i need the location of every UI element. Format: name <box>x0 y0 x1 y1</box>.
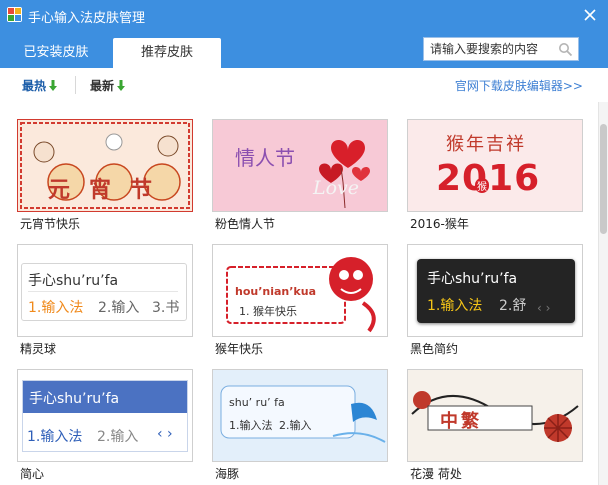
tab-strip: 已安装皮肤 推荐皮肤 <box>0 30 608 68</box>
preview-input: shu’ ru’ fa <box>229 396 285 409</box>
skin-name: 2016-猴年 <box>410 217 469 231</box>
ime-preview: 手心shu’ru’fa 1.输入法 2.输入 ‹ › <box>22 380 188 452</box>
skin-thumbnail: 手心shu’ru’fa 1.输入法 2.舒 ‹ › <box>407 244 583 337</box>
skin-thumbnail: shu’ ru’ fa 1.输入法 2.输入 <box>212 369 388 462</box>
page-arrows-icon: ‹ › <box>537 301 551 315</box>
skin-card-monkey-year-2016[interactable]: 猴年吉祥 2016 猴 2016-猴年 <box>407 119 583 245</box>
skin-card-dolphin[interactable]: shu’ ru’ fa 1.输入法 2.输入 海豚 <box>212 369 388 485</box>
tab-recommended-skins[interactable]: 推荐皮肤 <box>113 38 221 68</box>
ime-preview: 手心shu’ru’fa 1.输入法 2.输入 3.书 <box>21 263 187 321</box>
ime-preview: 手心shu’ru’fa 1.输入法 2.舒 ‹ › <box>417 259 575 323</box>
arrow-down-icon <box>117 80 126 91</box>
preview-candidate-3: 3.书 <box>152 300 180 316</box>
lotus-art <box>411 391 579 442</box>
skin-name: 元宵节快乐 <box>20 217 81 231</box>
art-text: 猴年吉祥 <box>446 134 526 155</box>
sort-hot-label: 最热 <box>22 79 47 93</box>
skin-name: 简心 <box>20 467 45 481</box>
skin-thumbnail: 情人节 Love <box>212 119 388 212</box>
skin-card-simple-heart[interactable]: 手心shu’ru’fa 1.输入法 2.输入 ‹ › 简心 <box>17 369 193 485</box>
sort-toolbar: 最热 最新 官网下载皮肤编辑器>> <box>0 68 608 102</box>
toolbar-divider <box>75 76 76 94</box>
skin-card-lantern[interactable]: 元宵节 元宵节快乐 <box>17 119 193 245</box>
art-text: 中繁 <box>440 411 482 432</box>
preview-candidate-1: 1.输入法 <box>28 300 84 316</box>
preview-candidate-2: 2.输入 <box>279 419 312 432</box>
skin-card-monkey-happy[interactable]: hou’nian’kua 1. 猴年快乐 猴年快乐 <box>212 244 388 370</box>
preview-candidate-2: 2.输入 <box>98 300 140 316</box>
skin-thumbnail: 手心shu’ru’fa 1.输入法 2.输入 ‹ › <box>17 369 193 462</box>
sort-new-button[interactable]: 最新 <box>90 77 126 94</box>
skin-grid: 元宵节 元宵节快乐 情人节 Love 粉色情人节 猴年吉祥 2016 猴 201… <box>0 102 598 485</box>
skin-thumbnail: 手心shu’ru’fa 1.输入法 2.输入 3.书 <box>17 244 193 337</box>
search-input[interactable] <box>430 40 556 58</box>
art-text: 元宵节 <box>48 178 172 203</box>
arrow-down-icon <box>49 80 58 91</box>
dolphin-art <box>220 385 386 443</box>
skin-name: 粉色情人节 <box>215 217 276 231</box>
search-icon[interactable] <box>558 42 573 57</box>
skin-card-lotus-flowers[interactable]: 中繁 花漫 荷处 <box>407 369 583 485</box>
skin-name: 猴年快乐 <box>215 342 264 356</box>
scrollbar-thumb[interactable] <box>600 124 607 234</box>
skin-card-black-simple[interactable]: 手心shu’ru’fa 1.输入法 2.舒 ‹ › 黑色简约 <box>407 244 583 370</box>
preview-candidate-1: 1.输入法 <box>229 419 273 432</box>
title-bar: 手心输入法皮肤管理 <box>0 0 608 30</box>
close-icon[interactable] <box>581 6 599 24</box>
skin-name: 黑色简约 <box>410 342 459 356</box>
window-title: 手心输入法皮肤管理 <box>28 11 146 26</box>
preview-candidate-1: 1.输入法 <box>27 429 83 445</box>
skin-thumbnail: 元宵节 <box>17 119 193 212</box>
skin-thumbnail: 中繁 <box>407 369 583 462</box>
art-subtext: Love <box>313 177 360 199</box>
vertical-scrollbar[interactable] <box>598 102 608 485</box>
search-box <box>423 37 579 61</box>
preview-input: 手心shu’ru’fa <box>29 391 120 407</box>
page-arrows-icon: ‹ › <box>157 426 173 442</box>
preview-candidate-2: 2.舒 <box>499 298 527 314</box>
preview-input: 手心shu’ru’fa <box>28 273 119 289</box>
skin-thumbnail: 猴年吉祥 2016 猴 <box>407 119 583 212</box>
sort-new-label: 最新 <box>90 79 115 93</box>
preview-input: hou’nian’kua <box>235 285 317 298</box>
art-text: 情人节 <box>235 146 295 170</box>
skin-name: 花漫 荷处 <box>410 467 462 481</box>
skin-name: 海豚 <box>215 467 240 481</box>
preview-candidate-1: 1.输入法 <box>427 298 483 314</box>
skin-name: 精灵球 <box>20 342 57 356</box>
art-year: 2016 <box>436 158 541 199</box>
skin-card-valentine[interactable]: 情人节 Love 粉色情人节 <box>212 119 388 245</box>
art-badge: 猴 <box>475 178 489 193</box>
skin-card-pokeball[interactable]: 手心shu’ru’fa 1.输入法 2.输入 3.书 精灵球 <box>17 244 193 370</box>
download-editor-link[interactable]: 官网下载皮肤编辑器>> <box>455 77 583 94</box>
sort-hot-button[interactable]: 最热 <box>22 77 58 94</box>
preview-input: 手心shu’ru’fa <box>427 271 518 287</box>
preview-candidate-1: 1. 猴年快乐 <box>239 305 297 318</box>
preview-divider <box>28 291 178 292</box>
skin-thumbnail: hou’nian’kua 1. 猴年快乐 <box>212 244 388 337</box>
preview-candidate-2: 2.输入 <box>97 429 139 445</box>
app-icon <box>7 7 22 22</box>
tab-installed-skins[interactable]: 已安装皮肤 <box>0 38 112 68</box>
